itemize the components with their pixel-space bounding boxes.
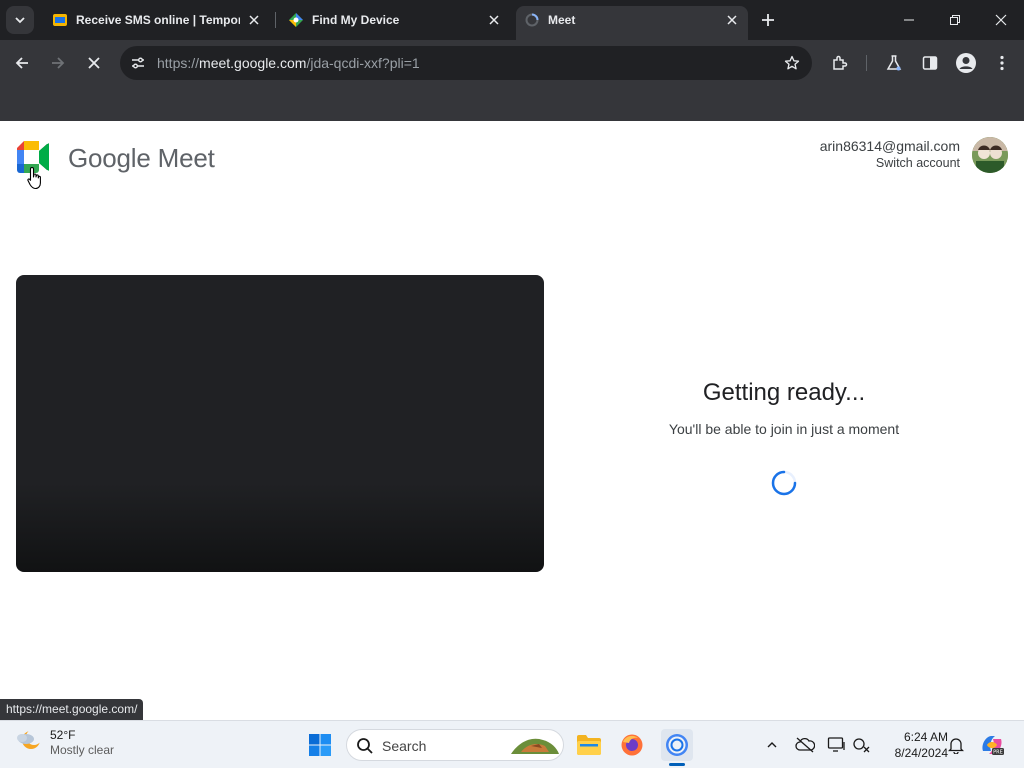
windows-taskbar: 52°F Mostly clear Search 6:24 AM 8/24/20… [0,720,1024,768]
new-tab-button[interactable] [756,8,780,32]
chevron-down-icon [15,17,25,24]
puzzle-icon [833,55,848,70]
stop-loading-button[interactable] [79,48,109,78]
plus-icon [762,14,774,26]
flask-icon [886,55,902,71]
tab-receive-sms[interactable]: Receive SMS online | Temporar [44,6,270,34]
chrome-icon [666,734,688,756]
meet-page: Google Meet arin86314@gmail.com Switch a… [0,121,1024,720]
close-icon[interactable] [486,12,502,28]
system-clock[interactable]: 6:24 AM 8/24/2024 [878,729,948,761]
onedrive-tray-button[interactable] [793,733,817,757]
cloud-offline-icon [795,737,815,753]
monitor-icon [827,737,845,752]
profile-button[interactable] [951,48,981,78]
windows-logo-icon [309,734,331,756]
url-text: https://meet.google.com/jda-qcdi-xxf?pli… [157,55,420,71]
tab-title: Receive SMS online | Temporar [76,13,240,27]
back-button[interactable] [7,48,37,78]
tab-title: Meet [548,13,576,27]
url-prefix: https:// [157,55,200,71]
tab-meet[interactable]: Meet [516,6,748,40]
bell-icon [948,738,964,754]
notifications-button[interactable] [944,733,968,757]
chevron-up-icon [767,742,777,748]
camera-preview [16,275,544,572]
bookmarks-bar [0,86,1024,121]
account-circle-icon [956,53,976,73]
link-status-bubble: https://meet.google.com/ [0,699,144,720]
tab-find-my-device[interactable]: Find My Device [280,6,510,34]
extensions-button[interactable] [825,48,855,78]
hand-cursor-icon [27,166,41,190]
sms-site-favicon [52,12,68,28]
side-panel-icon [922,56,938,70]
getting-ready-heading: Getting ready... [702,379,866,406]
tab-separator [275,12,276,28]
taskbar-search[interactable]: Search [346,729,564,761]
clock-time: 6:24 AM [903,730,948,744]
tab-strip: Receive SMS online | Temporar Find My De… [0,0,1024,40]
chrome-taskbar-button[interactable] [661,729,693,761]
search-icon [357,738,373,754]
forward-button[interactable] [43,48,73,78]
close-icon [88,57,100,69]
tab-search-button[interactable] [6,6,34,34]
copilot-button[interactable]: PRE [976,729,1008,761]
toolbar-divider [866,55,867,71]
url-host: meet.google.com [199,55,307,71]
getting-ready-subtext: You'll be able to join in just a moment [668,421,900,437]
tab-title: Find My Device [312,13,400,27]
firefox-icon [621,734,643,756]
svg-text:PRE: PRE [993,750,1003,756]
loading-favicon [524,12,540,28]
weather-widget[interactable]: 52°F Mostly clear [14,727,114,757]
address-bar[interactable]: https://meet.google.com/jda-qcdi-xxf?pli… [120,46,812,80]
firefox-button[interactable] [616,729,648,761]
minimize-button[interactable] [886,0,932,40]
network-tray-button[interactable] [850,733,874,757]
side-panel-button[interactable] [915,48,945,78]
close-icon [995,14,1007,26]
folder-icon [577,735,601,755]
search-placeholder: Search [382,738,427,754]
weather-temperature: 52°F [50,727,76,742]
close-icon[interactable] [246,12,262,28]
getting-ready-panel: Getting ready... You'll be able to join … [584,379,984,437]
show-hidden-icons-button[interactable] [760,733,784,757]
active-app-indicator [669,763,685,766]
browser-toolbar: https://meet.google.com/jda-qcdi-xxf?pli… [0,40,1024,86]
loading-spinner-icon [771,470,797,496]
display-tray-button[interactable] [825,733,849,757]
moon-cloud-icon [17,729,42,749]
avatar[interactable] [972,137,1008,173]
arrow-left-icon [15,57,28,69]
labs-button[interactable] [879,48,909,78]
clock-date: 8/24/2024 [894,746,948,760]
site-settings-icon[interactable] [128,53,148,73]
restore-icon [950,15,960,25]
brand-title: Google Meet [68,143,215,173]
start-button[interactable] [304,729,336,761]
network-icon [853,738,870,753]
account-info: arin86314@gmail.com Switch account [820,138,960,170]
switch-account-link[interactable]: Switch account [820,156,960,170]
restore-button[interactable] [932,0,978,40]
close-window-button[interactable] [978,0,1024,40]
weather-condition: Mostly clear [50,742,115,757]
file-explorer-button[interactable] [573,729,605,761]
copilot-icon: PRE [982,736,1004,756]
arrow-right-icon [52,57,65,69]
minimize-icon [904,19,914,21]
url-path: /jda-qcdi-xxf?pli=1 [306,55,420,71]
kebab-menu-icon [1000,55,1004,71]
find-my-device-favicon [288,12,304,28]
bookmark-star-icon[interactable] [782,53,802,73]
close-icon[interactable] [724,12,740,28]
account-email: arin86314@gmail.com [819,138,960,154]
menu-button[interactable] [987,48,1017,78]
search-highlight-icon [511,738,559,754]
